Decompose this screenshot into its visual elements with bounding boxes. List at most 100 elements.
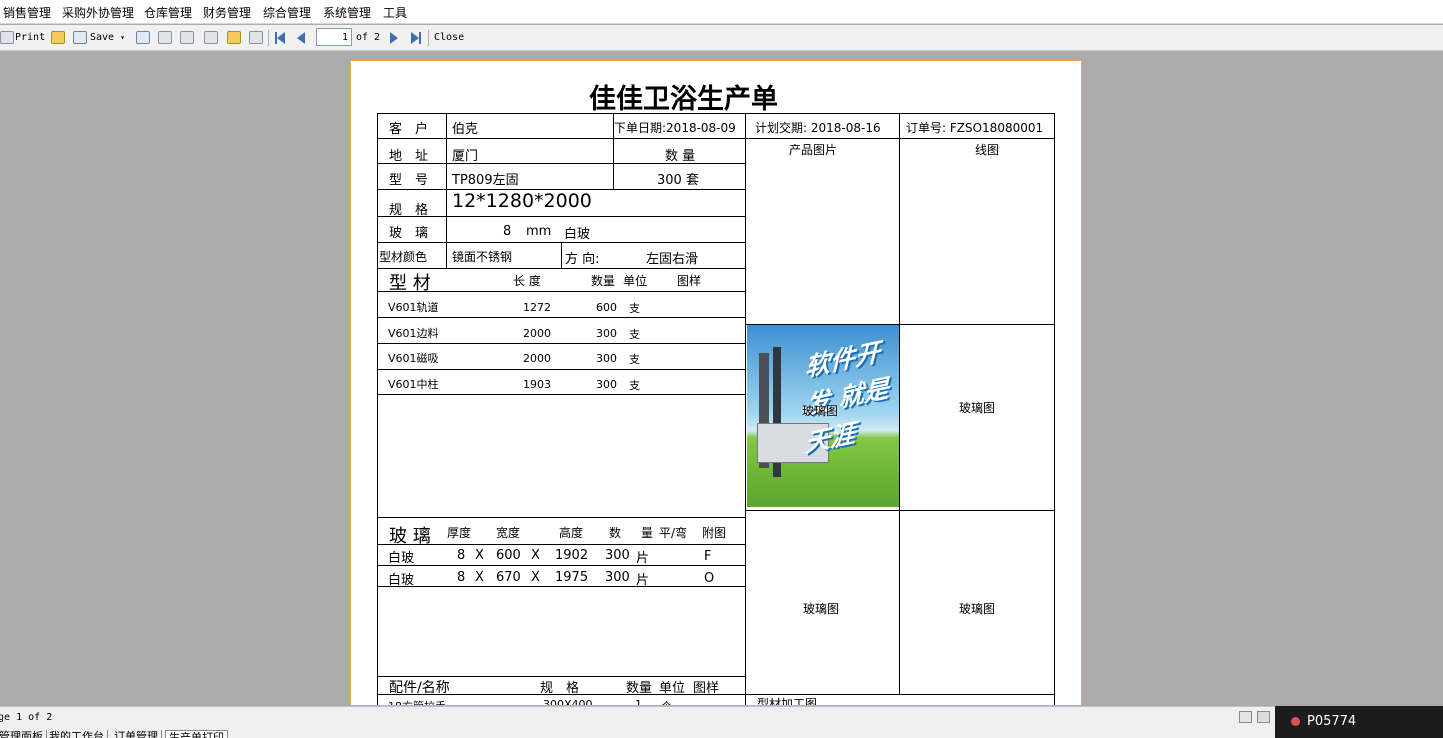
page-status-text: Page 1 of 2 bbox=[0, 712, 53, 723]
page-number-input[interactable] bbox=[316, 28, 352, 46]
row-line bbox=[377, 369, 746, 370]
prev-page-button[interactable] bbox=[297, 29, 305, 46]
menu-tools[interactable]: 工具 bbox=[383, 4, 407, 21]
processing-label: 型材加工图 bbox=[757, 697, 818, 706]
page-setup-button[interactable] bbox=[204, 29, 218, 46]
glass-x: X bbox=[475, 570, 484, 585]
menu-purchase[interactable]: 采购外协管理 bbox=[62, 4, 134, 21]
report-title: 佳佳卫浴生产单 bbox=[589, 84, 778, 115]
report-page: 佳佳卫浴生产单 客 户 伯克 下单日期:2018-08-09 计划交期: 201… bbox=[350, 60, 1082, 706]
row-line bbox=[377, 694, 746, 695]
glass-qty: 300 bbox=[605, 548, 630, 563]
save-button[interactable]: Save ▾ bbox=[73, 29, 125, 46]
page-count: of 2 bbox=[356, 32, 381, 43]
menu-general[interactable]: 综合管理 bbox=[263, 4, 311, 21]
parts-unit: 个 bbox=[661, 698, 672, 705]
next-page-icon bbox=[390, 31, 398, 44]
folder-icon bbox=[51, 31, 65, 44]
print-layout-icon[interactable] bbox=[1239, 711, 1252, 723]
profile-length: 1272 bbox=[523, 301, 551, 314]
glass-header-flat: 平/弯 bbox=[659, 526, 688, 540]
model-label: 型 号 bbox=[389, 173, 429, 188]
profile-header-qty: 数量 bbox=[591, 274, 616, 288]
direction-value: 左固右滑 bbox=[646, 252, 699, 267]
profile-length: 2000 bbox=[523, 352, 551, 365]
menu-sales[interactable]: 销售管理 bbox=[3, 4, 51, 21]
glass-image-label: 玻璃图 bbox=[802, 404, 839, 418]
profile-unit: 支 bbox=[629, 379, 640, 392]
tab-orders[interactable]: 订单管理 bbox=[111, 730, 162, 738]
cell bbox=[446, 216, 746, 243]
glass-section bbox=[377, 517, 746, 677]
address-value: 厦门 bbox=[452, 149, 479, 164]
menu-finance[interactable]: 财务管理 bbox=[203, 4, 251, 21]
plan-date: 计划交期: 2018-08-16 bbox=[755, 121, 881, 135]
tab-print[interactable]: 生产单打印 bbox=[165, 730, 228, 738]
open-button[interactable] bbox=[51, 29, 65, 46]
view-button[interactable] bbox=[249, 29, 263, 46]
model-value: TP809左固 bbox=[452, 173, 519, 188]
glass-x: X bbox=[531, 570, 540, 585]
profile-name: V601轨道 bbox=[388, 301, 439, 314]
layout-button[interactable] bbox=[180, 29, 194, 46]
first-page-button[interactable] bbox=[275, 29, 285, 46]
tab-workbench[interactable]: 我的工作台 bbox=[46, 730, 108, 738]
page-view-icon[interactable] bbox=[1257, 711, 1270, 723]
row-line bbox=[377, 343, 746, 344]
color-label: 型材颜色 bbox=[379, 250, 428, 264]
edit-button[interactable] bbox=[227, 29, 241, 46]
glass-header-height: 高度 bbox=[559, 526, 584, 540]
glass-header-qty2: 量 bbox=[641, 526, 654, 540]
find-button[interactable] bbox=[158, 29, 172, 46]
profile-name: V601磁吸 bbox=[388, 352, 439, 365]
page-setup-icon bbox=[204, 31, 218, 44]
email-button[interactable] bbox=[136, 29, 150, 46]
address-label: 地 址 bbox=[389, 149, 429, 164]
print-button[interactable]: Print bbox=[0, 29, 45, 46]
user-id[interactable]: P05774 bbox=[1307, 714, 1356, 729]
user-icon bbox=[1291, 717, 1300, 726]
row-line bbox=[377, 317, 746, 318]
profile-qty: 300 bbox=[596, 352, 617, 365]
menu-warehouse[interactable]: 仓库管理 bbox=[144, 4, 192, 21]
glass-header-thickness: 厚度 bbox=[447, 526, 472, 540]
menu-system[interactable]: 系统管理 bbox=[323, 4, 371, 21]
glass-image-label: 玻璃图 bbox=[959, 602, 996, 616]
order-number: 订单号: FZSO18080001 bbox=[906, 121, 1044, 135]
last-page-icon bbox=[411, 31, 419, 44]
toolbar-separator bbox=[268, 30, 269, 46]
profile-length: 1903 bbox=[523, 378, 551, 391]
view-icon bbox=[249, 31, 263, 44]
glass-name: 白玻 bbox=[388, 573, 415, 588]
parts-spec: 300X400 bbox=[543, 698, 593, 706]
last-page-bar bbox=[419, 31, 421, 44]
edit-icon bbox=[227, 31, 241, 44]
dropdown-arrow-icon: ▾ bbox=[120, 33, 125, 42]
next-page-button[interactable] bbox=[390, 29, 398, 46]
quantity-label: 数 量 bbox=[665, 149, 696, 164]
first-page-icon bbox=[277, 31, 285, 44]
row-line bbox=[377, 544, 746, 545]
glass-name: 白玻 bbox=[388, 551, 415, 566]
taskbar: P05774 bbox=[1275, 706, 1443, 738]
product-image-label: 产品图片 bbox=[789, 143, 838, 157]
quantity-value: 300 套 bbox=[657, 173, 699, 188]
product-photo: 软件开发 就是天涯 玻璃图 bbox=[747, 325, 899, 507]
profile-name: V601中柱 bbox=[388, 378, 439, 391]
last-page-button[interactable] bbox=[411, 29, 421, 46]
glass-qty: 300 bbox=[605, 570, 630, 585]
tab-strip: 管理面板 我的工作台 订单管理 生产单打印 bbox=[0, 730, 240, 738]
product-image-cell bbox=[745, 138, 900, 325]
glass-width: 600 bbox=[496, 548, 521, 563]
glass-unit: 片 bbox=[636, 551, 650, 566]
tab-dashboard[interactable]: 管理面板 bbox=[0, 730, 47, 738]
profile-unit: 支 bbox=[629, 353, 640, 366]
glass-image-label: 玻璃图 bbox=[959, 401, 996, 415]
glass-mark: F bbox=[704, 549, 712, 564]
glass-image-cell bbox=[899, 324, 1055, 511]
profile-header-pattern: 图样 bbox=[677, 274, 702, 288]
glass-header-width: 宽度 bbox=[496, 526, 521, 540]
profile-unit: 支 bbox=[629, 302, 640, 315]
profile-header-length: 长 度 bbox=[513, 274, 541, 288]
close-button[interactable]: Close bbox=[434, 29, 464, 46]
